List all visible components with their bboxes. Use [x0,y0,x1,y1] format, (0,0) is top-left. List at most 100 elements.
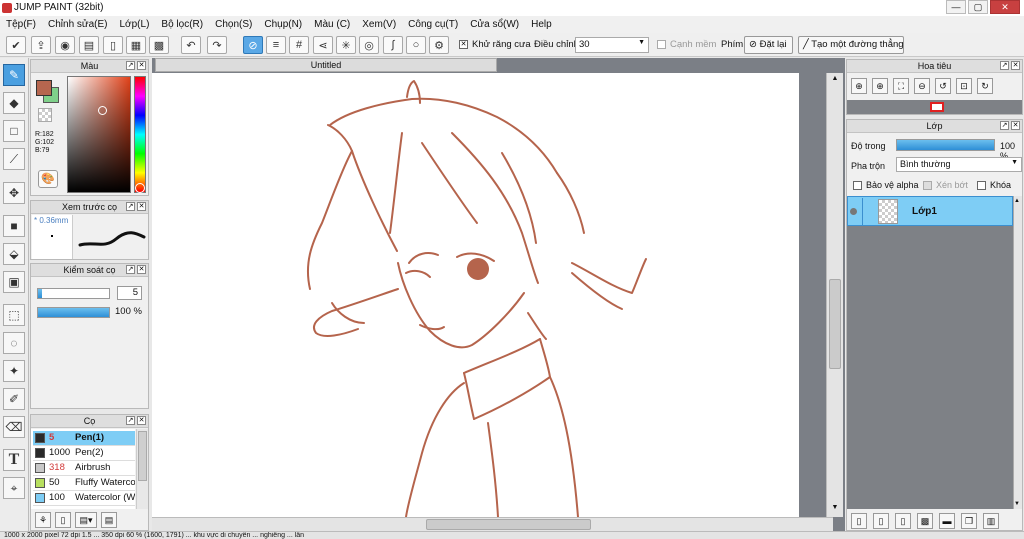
redo-icon[interactable]: ↷ [207,36,227,54]
eraser-tool-icon[interactable]: ◆ [3,92,25,114]
close-icon[interactable]: ✕ [137,202,146,211]
list-item[interactable]: 50 Fluffy Waterco [33,476,135,491]
reset-view-icon[interactable]: ⊡ [956,78,972,94]
brush-page-icon[interactable]: ▤ [101,512,117,528]
no-snap-icon[interactable]: ⊘ [243,36,263,54]
fit-screen-icon[interactable]: ⛶ [893,78,909,94]
brush-list-scrollbar[interactable] [136,429,148,509]
new-brush-icon[interactable]: ▯ [55,512,71,528]
close-icon[interactable]: ✕ [137,265,146,274]
canvas-vertical-scrollbar[interactable]: ▲ ▼ [826,73,843,517]
hue-slider[interactable] [134,76,146,193]
circle-icon[interactable]: ○ [406,36,426,54]
text-tool-icon[interactable]: T [3,449,25,471]
menu-select[interactable]: Chọn(S) [215,19,258,30]
list-item[interactable]: Lớp1 [847,196,1013,226]
page-icon[interactable]: ▯ [103,36,123,54]
scroll-down-icon[interactable]: ▼ [830,504,840,514]
float-icon[interactable]: ↗ [126,416,135,425]
brush-settings-icon[interactable]: ⚘ [35,512,51,528]
picker-handle[interactable] [98,106,107,115]
menu-color[interactable]: Màu (C) [314,19,356,30]
parallel-lines-icon[interactable]: ≡ [266,36,286,54]
zoom-out-icon[interactable]: ⊖ [914,78,930,94]
brush-size-value[interactable]: 5 [117,286,142,300]
menu-window[interactable]: Cửa sổ(W) [470,19,525,30]
line-button[interactable]: ╱ Tạo một đường thẳng [798,36,904,54]
close-icon[interactable]: ✕ [137,416,146,425]
close-icon[interactable]: ✕ [1011,121,1020,130]
canvas-vscroll-thumb[interactable] [829,279,841,369]
float-icon[interactable]: ↗ [126,61,135,70]
float-icon[interactable]: ↗ [126,265,135,274]
gradient-tool-icon[interactable]: ▣ [3,271,25,293]
rect-select-tool-icon[interactable]: ⬚ [3,304,25,326]
brush-opacity-slider[interactable] [37,307,110,318]
scroll-up-icon[interactable]: ▲ [1014,198,1020,204]
canvas-horizontal-scrollbar[interactable] [152,517,833,531]
transparent-swatch[interactable] [38,108,52,122]
folder-icon[interactable]: ▬ [939,513,955,529]
list-item[interactable]: 5 Pen(1) [33,431,135,446]
menu-view[interactable]: Xem(V) [362,19,402,30]
list-item[interactable]: 318 Airbrush [33,461,135,476]
document-tab[interactable]: Untitled [155,58,497,72]
eyedropper-tool-icon[interactable]: ⌖ [3,477,25,499]
new-layer-1bit-icon[interactable]: ▯ [895,513,911,529]
list-item[interactable]: 1000 Pen(2) [33,446,135,461]
brush-list-scroll-thumb[interactable] [138,431,147,481]
check-icon[interactable]: ✔ [6,36,26,54]
menu-file[interactable]: Tệp(F) [6,19,42,30]
rotate-right-icon[interactable]: ↻ [977,78,993,94]
fill-rect-tool-icon[interactable]: ■ [3,215,25,237]
grid-menu-icon[interactable]: ▩ [149,36,169,54]
scroll-up-icon[interactable]: ▲ [830,75,840,85]
gear-icon[interactable]: ⚙ [429,36,449,54]
lasso-tool-icon[interactable]: ◌ [3,332,25,354]
halftone-layer-icon[interactable]: ▩ [917,513,933,529]
speech-icon[interactable]: ◉ [55,36,75,54]
duplicate-layer-icon[interactable]: ❐ [961,513,977,529]
menu-help[interactable]: Help [531,19,558,30]
radial-icon[interactable]: ✳ [336,36,356,54]
concentric-icon[interactable]: ◎ [359,36,379,54]
menu-layer[interactable]: Lớp(L) [120,19,156,30]
zoom-in-icon[interactable]: ⊕ [851,78,867,94]
float-icon[interactable]: ↗ [126,202,135,211]
close-button[interactable]: ✕ [990,0,1020,14]
reset-button[interactable]: ⊘ Đặt lại [744,36,793,54]
maximize-button[interactable]: ▢ [968,0,988,14]
line-tool-icon[interactable]: ⟋ [3,148,25,170]
main-color-swatch[interactable] [36,80,52,96]
zoom-plus-icon[interactable]: ⊕ [872,78,888,94]
saturation-value-picker[interactable] [67,76,131,193]
lock-checkbox[interactable] [977,181,986,190]
protect-alpha-checkbox[interactable] [853,181,862,190]
pages-icon[interactable]: ▦ [126,36,146,54]
adjust-select[interactable]: 30 ▼ [575,37,649,53]
select-eraser-tool-icon[interactable]: ⌫ [3,416,25,438]
delete-layer-icon[interactable]: ▥ [983,513,999,529]
layer-list-scrollbar[interactable]: ▲ ▼ [1013,196,1022,509]
close-icon[interactable]: ✕ [137,61,146,70]
drawing-canvas[interactable] [152,73,799,518]
menu-capture[interactable]: Chụp(N) [264,19,308,30]
message-icon[interactable]: ▤ [79,36,99,54]
new-layer-icon[interactable]: ▯ [851,513,867,529]
menu-tools[interactable]: Công cụ(T) [408,19,464,30]
brush-menu-icon[interactable]: ▤▾ [75,512,97,528]
float-icon[interactable]: ↗ [1000,61,1009,70]
rectangle-tool-icon[interactable]: □ [3,120,25,142]
perspective-icon[interactable]: ⋖ [313,36,333,54]
rotate-left-icon[interactable]: ↺ [935,78,951,94]
antialias-checkbox[interactable]: ✕ [459,40,468,49]
new-layer-8bit-icon[interactable]: ▯ [873,513,889,529]
pen-tool-icon[interactable]: ✎ [3,64,25,86]
menu-filter[interactable]: Bộ lọc(R) [161,19,209,30]
bucket-tool-icon[interactable]: ⬙ [3,243,25,265]
float-icon[interactable]: ↗ [1000,121,1009,130]
blend-mode-select[interactable]: Bình thường ▼ [896,157,1022,172]
canh-mem-checkbox[interactable] [657,40,666,49]
close-icon[interactable]: ✕ [1011,61,1020,70]
move-tool-icon[interactable]: ✥ [3,182,25,204]
